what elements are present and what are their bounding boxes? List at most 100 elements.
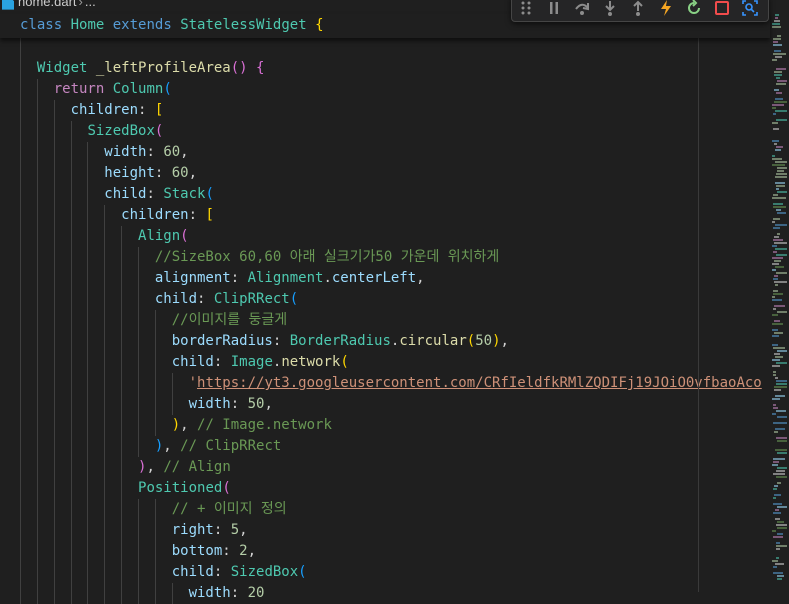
minimap-line (773, 497, 776, 499)
minimap-line (774, 332, 783, 334)
minimap-line (773, 290, 778, 292)
editor-ruler (698, 38, 699, 592)
code-token: [ (205, 207, 214, 223)
code-line[interactable]: Positioned( (20, 478, 231, 499)
indent-guide (155, 310, 156, 436)
minimap-line (775, 518, 780, 520)
breadcrumb-more[interactable]: ... (85, 0, 96, 9)
breadcrumb[interactable]: home.dart ›... (0, 0, 520, 12)
pause-button[interactable] (540, 0, 568, 21)
code-token: ) (171, 417, 181, 433)
minimap-line (777, 35, 781, 37)
minimap[interactable] (770, 0, 789, 592)
minimap-line (776, 476, 787, 478)
code-token: child (154, 291, 198, 307)
code-line[interactable]: //SizeBox 60,60 아래 실크기가50 가운데 위치하게 (20, 247, 499, 268)
stop-button[interactable] (708, 0, 736, 21)
code-token: bottom (171, 543, 223, 559)
minimap-line (774, 71, 782, 73)
code-line[interactable]: borderRadius: BorderRadius.circular(50), (20, 331, 509, 352)
minimap-line (773, 194, 778, 196)
code-line[interactable]: ), // Align (20, 457, 231, 478)
minimap-line (776, 188, 779, 190)
code-token: // Image.network (197, 417, 332, 433)
code-line[interactable]: 'https://yt3.googleusercontent.com/CRfIe… (20, 373, 762, 394)
code-line[interactable]: //이미지를 둥글게 (20, 310, 287, 331)
minimap-line (777, 578, 782, 580)
minimap-line (773, 458, 785, 460)
minimap-line (776, 185, 785, 187)
code-token: , (239, 522, 248, 538)
code-line[interactable]: return Column( (20, 79, 172, 100)
step-out-button[interactable] (624, 0, 652, 21)
minimap-line (774, 50, 781, 52)
code-line[interactable]: width: 20 (20, 583, 265, 604)
code-line[interactable]: children: [ (20, 205, 214, 226)
minimap-line (772, 323, 783, 325)
code-line[interactable]: ), // Image.network (20, 415, 332, 436)
code-token: SizedBox (230, 564, 299, 580)
code-line[interactable]: child: Image.network( (20, 352, 349, 373)
code-line[interactable]: width: 50, (20, 394, 273, 415)
minimap-line (773, 422, 787, 424)
inspect-widget-button[interactable] (736, 0, 764, 21)
minimap-line (774, 74, 782, 76)
code-line[interactable]: ), // ClipRRect (20, 436, 281, 457)
breadcrumb-file[interactable]: home.dart (18, 0, 77, 9)
minimap-line (772, 122, 778, 124)
minimap-line (773, 227, 780, 229)
code-token: ( (163, 81, 172, 97)
minimap-line (774, 485, 778, 487)
minimap-line (772, 335, 779, 337)
drag-handle-button[interactable] (512, 0, 540, 21)
code-token: [ (154, 102, 164, 118)
indent-guide (87, 142, 88, 604)
code-token: : (197, 291, 214, 307)
minimap-line (775, 17, 778, 19)
minimap-line (773, 203, 783, 205)
hot-restart-button[interactable] (680, 0, 708, 21)
code-line[interactable]: width: 60, (20, 142, 188, 163)
code-line[interactable]: height: 60, (20, 163, 197, 184)
code-token: : (188, 207, 206, 223)
minimap-line (776, 362, 787, 364)
minimap-line (772, 299, 782, 301)
sticky-class-line[interactable]: class Home extends StatelessWidget { (20, 15, 324, 36)
indent-guide (155, 499, 156, 604)
step-into-button[interactable] (596, 0, 624, 21)
minimap-line (776, 383, 787, 385)
code-line[interactable]: alignment: Alignment.centerLeft, (20, 268, 425, 289)
code-token: , (180, 417, 198, 433)
minimap-line (777, 233, 780, 235)
minimap-line (776, 437, 787, 439)
minimap-line (773, 536, 783, 538)
code-line[interactable]: // + 이미지 정의 (20, 499, 287, 520)
code-token: . (323, 270, 332, 286)
code-line[interactable]: child: SizedBox( (20, 562, 307, 583)
code-token: // + 이미지 정의 (171, 501, 287, 517)
debug-toolbar[interactable] (511, 0, 769, 22)
hot-reload-button[interactable] (652, 0, 680, 21)
code-editor[interactable]: home.dart ›... class Home extends Statele… (0, 0, 789, 604)
minimap-line (773, 371, 776, 373)
code-line[interactable]: Widget _leftProfileArea() { (20, 58, 265, 79)
code-token: width (188, 585, 231, 601)
code-line[interactable]: SizedBox( (20, 121, 163, 142)
code-line[interactable]: child: ClipRRect( (20, 289, 298, 310)
minimap-line (775, 377, 778, 379)
minimap-line (777, 350, 787, 352)
minimap-line (776, 209, 781, 211)
code-line[interactable]: child: Stack( (20, 184, 214, 205)
minimap-line (776, 173, 787, 175)
minimap-line (773, 374, 776, 376)
code-token: : (154, 165, 172, 181)
code-token: borderRadius (171, 333, 273, 349)
step-over-button[interactable] (568, 0, 596, 21)
code-token: : (230, 396, 248, 412)
stop-icon (714, 0, 730, 16)
code-line[interactable]: children: [ (20, 100, 164, 121)
